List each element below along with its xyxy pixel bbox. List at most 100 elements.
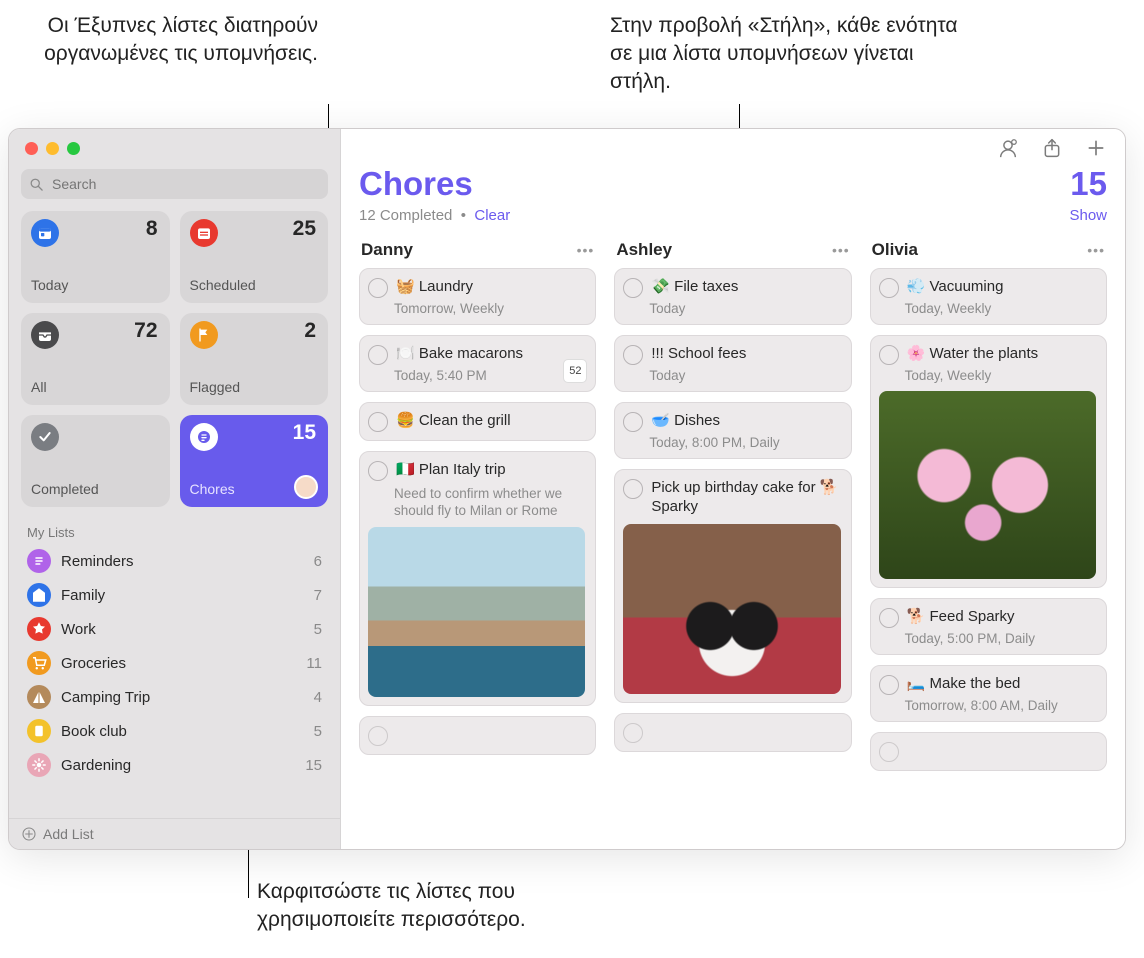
complete-checkbox[interactable] — [623, 479, 643, 499]
list-color-icon — [27, 651, 51, 675]
calendar-badge: 52 — [563, 359, 587, 383]
complete-checkbox[interactable] — [368, 345, 388, 365]
column-title: Ashley — [616, 240, 672, 260]
tile-scheduled[interactable]: 25 Scheduled — [180, 211, 329, 303]
column-more-button[interactable]: ••• — [1087, 242, 1105, 258]
list-count: 5 — [314, 723, 322, 740]
sidebar-list-gardening[interactable]: Gardening15 — [15, 748, 334, 782]
reminder-title: 🍔 Clean the grill — [396, 411, 511, 430]
sidebar-list-book-club[interactable]: Book club5 — [15, 714, 334, 748]
smart-list-tiles: 8 Today 25 Scheduled 72 All — [9, 211, 340, 517]
complete-checkbox[interactable] — [368, 461, 388, 481]
tile-flagged[interactable]: 2 Flagged — [180, 313, 329, 405]
share-button[interactable] — [1041, 137, 1063, 159]
reminder-card[interactable]: 💸 File taxesToday — [614, 268, 851, 325]
tray-icon — [31, 321, 59, 349]
zoom-window[interactable] — [67, 142, 80, 155]
search-icon — [29, 177, 44, 192]
complete-checkbox[interactable] — [623, 278, 643, 298]
complete-checkbox[interactable] — [623, 345, 643, 365]
add-reminder-button[interactable] — [1085, 137, 1107, 159]
reminder-card[interactable]: 🇮🇹 Plan Italy tripNeed to confirm whethe… — [359, 451, 596, 706]
list-count: 4 — [314, 689, 322, 706]
tile-scheduled-count: 25 — [293, 217, 316, 241]
list-color-icon — [27, 549, 51, 573]
list-name: Groceries — [61, 655, 306, 672]
sidebar-list-work[interactable]: Work5 — [15, 612, 334, 646]
search-input[interactable] — [50, 175, 320, 193]
reminder-card[interactable]: 🌸 Water the plantsToday, Weekly — [870, 335, 1107, 588]
column-more-button[interactable]: ••• — [577, 242, 595, 258]
list-count: 5 — [314, 621, 322, 638]
reminder-subtitle: Tomorrow, 8:00 AM, Daily — [905, 698, 1096, 713]
list-item-count: 15 — [1070, 165, 1107, 203]
reminder-card[interactable]: 🥣 DishesToday, 8:00 PM, Daily — [614, 402, 851, 459]
clear-completed-button[interactable]: Clear — [474, 207, 510, 224]
column-title: Olivia — [872, 240, 918, 260]
show-completed-button[interactable]: Show — [1069, 207, 1107, 224]
complete-checkbox[interactable] — [879, 278, 899, 298]
reminder-card[interactable]: 🍽️ Bake macaronsToday, 5:40 PM52 — [359, 335, 596, 392]
new-reminder-placeholder[interactable] — [359, 716, 596, 755]
tile-flagged-label: Flagged — [190, 379, 317, 395]
reminder-subtitle: Tomorrow, Weekly — [394, 301, 585, 316]
complete-checkbox[interactable] — [879, 345, 899, 365]
tile-completed[interactable]: Completed — [21, 415, 170, 507]
reminder-subtitle: Today, 8:00 PM, Daily — [649, 435, 840, 450]
column-more-button[interactable]: ••• — [832, 242, 850, 258]
tile-all[interactable]: 72 All — [21, 313, 170, 405]
reminder-card[interactable]: !!! School feesToday — [614, 335, 851, 392]
tile-all-label: All — [31, 379, 158, 395]
checkmark-icon — [31, 423, 59, 451]
callout-column-view: Στην προβολή «Στήλη», κάθε ενότητα σε μι… — [610, 12, 970, 96]
complete-checkbox[interactable] — [879, 742, 899, 762]
search-field[interactable] — [21, 169, 328, 199]
list-color-icon — [27, 685, 51, 709]
new-reminder-placeholder[interactable] — [870, 732, 1107, 771]
share-collaborate-button[interactable] — [997, 137, 1019, 159]
reminder-image — [879, 391, 1096, 579]
close-window[interactable] — [25, 142, 38, 155]
reminder-title: 🛏️ Make the bed — [907, 674, 1021, 693]
complete-checkbox[interactable] — [623, 723, 643, 743]
sidebar-list-reminders[interactable]: Reminders6 — [15, 544, 334, 578]
shared-avatar-icon — [294, 475, 318, 499]
tile-chores[interactable]: 15 Chores — [180, 415, 329, 507]
column-container: Danny•••🧺 LaundryTomorrow, Weekly🍽️ Bake… — [341, 230, 1125, 844]
my-lists-header: My Lists — [9, 517, 340, 544]
list-icon — [190, 423, 218, 451]
add-list-button[interactable]: Add List — [9, 818, 340, 849]
complete-checkbox[interactable] — [879, 608, 899, 628]
sidebar-list-family[interactable]: Family7 — [15, 578, 334, 612]
reminder-card[interactable]: 🐕 Feed SparkyToday, 5:00 PM, Daily — [870, 598, 1107, 655]
tile-today-count: 8 — [146, 217, 158, 241]
minimize-window[interactable] — [46, 142, 59, 155]
complete-checkbox[interactable] — [623, 412, 643, 432]
list-count: 15 — [305, 757, 322, 774]
reminder-card[interactable]: 🧺 LaundryTomorrow, Weekly — [359, 268, 596, 325]
complete-checkbox[interactable] — [368, 726, 388, 746]
complete-checkbox[interactable] — [368, 412, 388, 432]
new-reminder-placeholder[interactable] — [614, 713, 851, 752]
reminder-title: 🍽️ Bake macarons — [396, 344, 523, 363]
reminder-card[interactable]: 🍔 Clean the grill — [359, 402, 596, 441]
reminder-card[interactable]: 🛏️ Make the bed Tomorrow, 8:00 AM, Daily — [870, 665, 1107, 722]
list-color-icon — [27, 753, 51, 777]
reminder-title: 💸 File taxes — [651, 277, 738, 296]
reminder-note: Need to confirm whether we should fly to… — [394, 485, 585, 519]
column-danny: Danny•••🧺 LaundryTomorrow, Weekly🍽️ Bake… — [359, 236, 596, 844]
sidebar: 8 Today 25 Scheduled 72 All — [9, 129, 341, 849]
sidebar-list-groceries[interactable]: Groceries11 — [15, 646, 334, 680]
tile-today[interactable]: 8 Today — [21, 211, 170, 303]
complete-checkbox[interactable] — [368, 278, 388, 298]
calendar-icon — [190, 219, 218, 247]
reminder-card[interactable]: Pick up birthday cake for 🐕 Sparky — [614, 469, 851, 703]
reminder-image — [368, 527, 585, 697]
complete-checkbox[interactable] — [879, 675, 899, 695]
toolbar — [341, 129, 1125, 165]
tile-scheduled-label: Scheduled — [190, 277, 317, 293]
reminder-card[interactable]: 💨 VacuumingToday, Weekly — [870, 268, 1107, 325]
tile-today-label: Today — [31, 277, 158, 293]
list-name: Camping Trip — [61, 689, 314, 706]
sidebar-list-camping-trip[interactable]: Camping Trip4 — [15, 680, 334, 714]
